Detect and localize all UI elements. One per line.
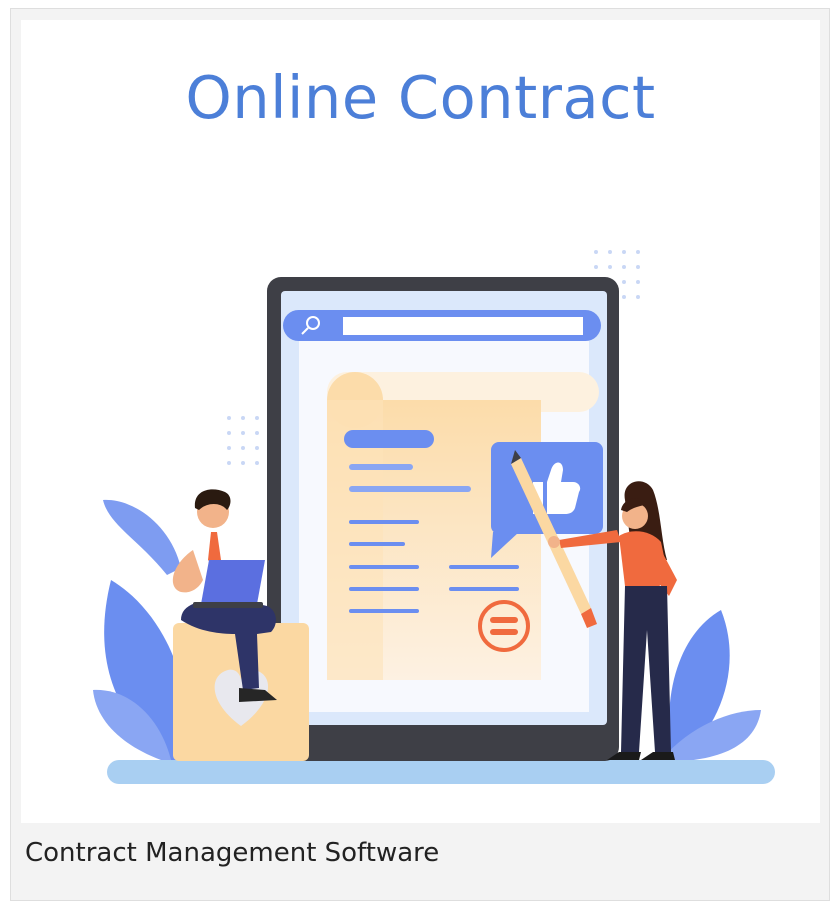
- leaves-right: [661, 610, 761, 762]
- illustration-panel: Online Contract: [21, 20, 820, 823]
- dot-grid-left: [227, 416, 259, 465]
- floor-shadow: [107, 760, 775, 784]
- online-contract-illustration: [93, 250, 775, 784]
- image-caption: Contract Management Software: [25, 838, 440, 868]
- image-card: Online Contract Contract Management Soft…: [10, 8, 830, 901]
